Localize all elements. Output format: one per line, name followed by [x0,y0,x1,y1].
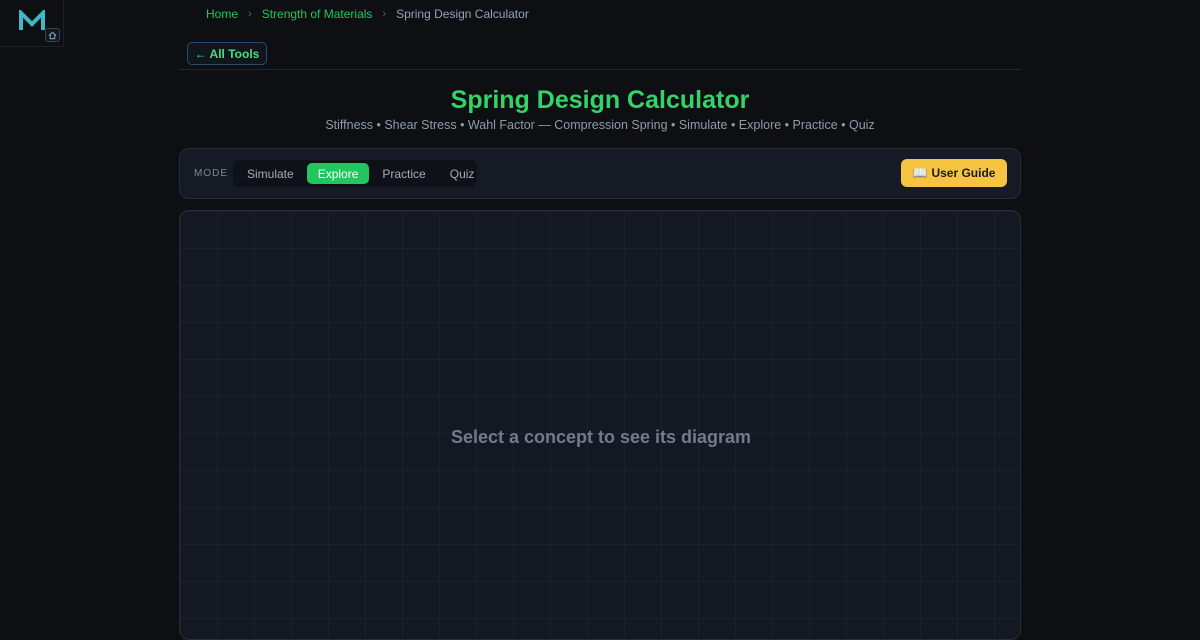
tab-simulate[interactable]: Simulate [236,163,305,184]
breadcrumb: Home › Strength of Materials › Spring De… [206,6,529,22]
page-subtitle: Stiffness • Shear Stress • Wahl Factor —… [325,118,875,132]
tab-quiz[interactable]: Quiz [439,163,486,184]
home-icon[interactable] [45,28,60,42]
mode-tabs: Simulate Explore Practice Quiz [233,160,477,187]
breadcrumb-separator: › [382,8,387,20]
page-title: Spring Design Calculator [450,86,750,114]
canvas-placeholder: Select a concept to see its diagram [450,427,752,447]
logo-area[interactable] [0,0,64,47]
diagram-canvas[interactable]: Select a concept to see its diagram [179,210,1021,640]
user-guide-label: User Guide [931,166,996,180]
m-logo-icon [19,10,45,30]
mode-label: MODE [194,168,228,179]
tab-explore[interactable]: Explore [306,163,370,184]
mode-bar: MODE Simulate Explore Practice Quiz 📖 Us… [179,148,1021,199]
all-tools-button[interactable]: ← All Tools [187,42,267,65]
breadcrumb-strength-of-materials[interactable]: Strength of Materials [262,7,373,21]
header-divider [179,69,1021,70]
user-guide-button[interactable]: 📖 User Guide [901,159,1007,187]
breadcrumb-home[interactable]: Home [206,7,238,21]
breadcrumb-current: Spring Design Calculator [396,7,529,21]
tab-practice[interactable]: Practice [371,163,436,184]
book-icon: 📖 [912,166,928,180]
breadcrumb-separator: › [248,8,252,20]
